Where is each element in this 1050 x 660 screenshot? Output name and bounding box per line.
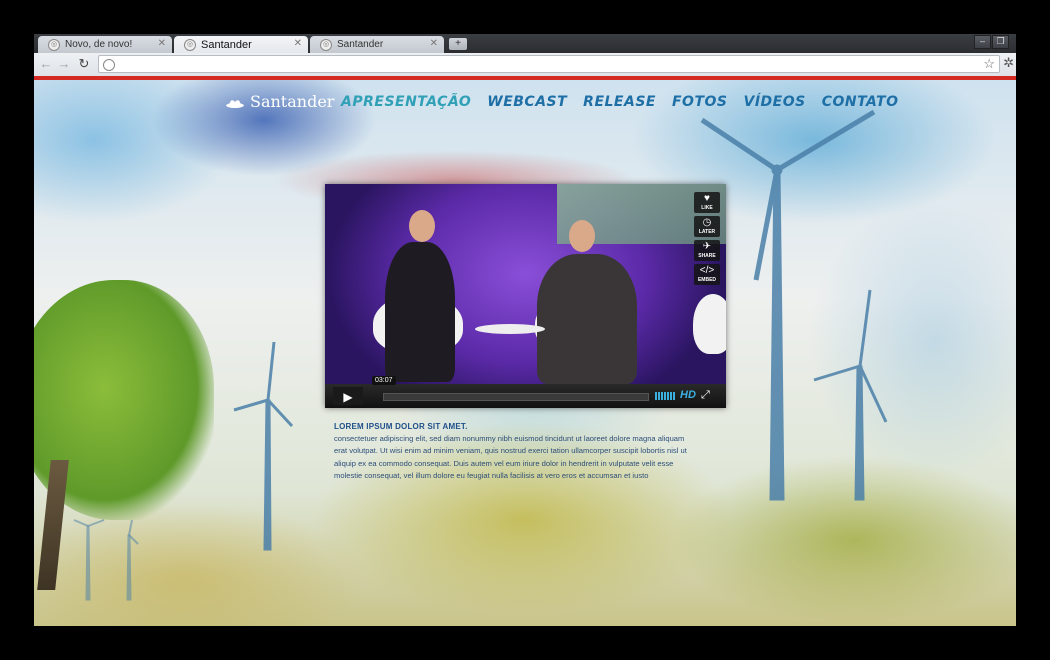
speaker-left [385, 242, 455, 382]
video-description: LOREM IPSUM DOLOR SIT AMET. consectetuer… [334, 422, 694, 483]
tab-title: Santander [201, 38, 252, 51]
heart-icon: ♥ [704, 193, 710, 204]
nav-videos[interactable]: VÍDEOS [743, 94, 805, 110]
hd-toggle[interactable]: HD [680, 389, 696, 401]
later-button[interactable]: ◷ LATER [694, 216, 720, 237]
globe-icon: ◎ [184, 38, 196, 51]
speaker-left-head [409, 210, 435, 242]
volume-bars-icon[interactable] [655, 392, 675, 400]
video-controls: ▶ 03:07 HD ⤢ [325, 376, 726, 408]
share-icon: ✈ [702, 241, 712, 252]
globe-icon [103, 59, 115, 71]
close-icon[interactable]: ✕ [430, 38, 438, 49]
logo-text: Santander [250, 91, 335, 111]
close-icon[interactable]: ✕ [158, 38, 166, 49]
bookmark-star-icon[interactable]: ☆ [983, 56, 995, 72]
close-icon[interactable]: ✕ [294, 38, 302, 49]
description-title: LOREM IPSUM DOLOR SIT AMET. [334, 422, 468, 431]
tab-title: Santander [337, 39, 384, 50]
tab-santander-active[interactable]: ◎ Santander ✕ [174, 36, 308, 53]
minimize-button[interactable]: – [974, 35, 991, 49]
embed-button[interactable]: </> EMBED [694, 264, 720, 285]
video-side-buttons: ♥ LIKE ◷ LATER ✈ SHARE </> EMBED [694, 192, 720, 285]
play-button[interactable]: ▶ [333, 387, 363, 405]
nav-webcast[interactable]: WEBCAST [487, 94, 567, 110]
flame-logo-icon [226, 92, 244, 108]
video-player[interactable]: ♥ LIKE ◷ LATER ✈ SHARE </> EMBED ▶ 03:07… [325, 184, 726, 408]
webpage: Santander APRESENTAÇÃO WEBCAST RELEASE F… [34, 80, 1016, 626]
like-label: LIKE [701, 205, 713, 211]
browser-window: ◎ Novo, de novo! ✕ ◎ Santander ✕ ◎ Santa… [34, 34, 1016, 626]
browser-toolbar: ← → ↻ ☆ ✲ [34, 53, 1016, 76]
globe-icon: ◎ [320, 38, 332, 51]
fullscreen-icon[interactable]: ⤢ [701, 389, 710, 402]
nav-apresentacao[interactable]: APRESENTAÇÃO [341, 94, 471, 110]
reload-icon[interactable]: ↻ [76, 56, 92, 72]
embed-label: EMBED [697, 277, 717, 283]
santander-logo[interactable]: Santander [224, 90, 334, 112]
share-label: SHARE [698, 253, 716, 259]
wrench-icon[interactable]: ✲ [1003, 55, 1014, 71]
like-button[interactable]: ♥ LIKE [694, 192, 720, 213]
later-label: LATER [698, 229, 716, 235]
forward-arrow-icon[interactable]: → [56, 56, 72, 72]
url-input[interactable] [119, 57, 973, 73]
main-nav: APRESENTAÇÃO WEBCAST RELEASE FOTOS VÍDEO… [341, 94, 899, 110]
progress-bar[interactable] [383, 393, 649, 401]
side-table [475, 324, 545, 334]
address-bar[interactable]: ☆ [98, 55, 1000, 73]
restore-button[interactable]: ❐ [992, 35, 1009, 49]
tab-strip: ◎ Novo, de novo! ✕ ◎ Santander ✕ ◎ Santa… [34, 34, 1016, 53]
back-arrow-icon[interactable]: ← [38, 56, 54, 72]
embed-icon: </> [699, 265, 715, 276]
description-body: consectetuer adipiscing elit, sed diam n… [334, 434, 687, 481]
globe-icon: ◎ [48, 38, 60, 51]
nav-contato[interactable]: CONTATO [822, 94, 899, 110]
nav-release[interactable]: RELEASE [583, 94, 656, 110]
video-frame[interactable] [325, 184, 726, 384]
tab-title: Novo, de novo! [65, 39, 133, 50]
video-time: 03:07 [372, 376, 396, 385]
clock-icon: ◷ [702, 217, 712, 228]
new-tab-button[interactable]: + [449, 38, 467, 50]
speaker-right-head [569, 220, 595, 252]
chair-edge [693, 294, 726, 354]
tab-santander[interactable]: ◎ Santander ✕ [310, 36, 444, 53]
share-button[interactable]: ✈ SHARE [694, 240, 720, 261]
nav-fotos[interactable]: FOTOS [672, 94, 728, 110]
tab-novo-de-novo[interactable]: ◎ Novo, de novo! ✕ [38, 36, 172, 53]
speaker-right [537, 254, 637, 384]
